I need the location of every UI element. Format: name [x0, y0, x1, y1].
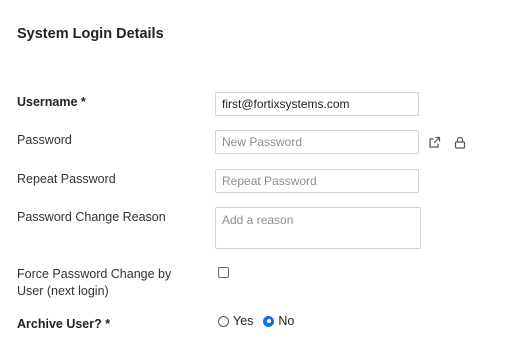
archive-yes-option[interactable]: Yes: [218, 314, 253, 328]
repeat-password-field[interactable]: [215, 169, 419, 193]
archive-yes-label: Yes: [233, 314, 254, 328]
archive-user-label: Archive User? *: [17, 317, 111, 331]
external-link-icon[interactable]: [427, 135, 441, 149]
archive-yes-radio[interactable]: [218, 315, 229, 327]
username-label: Username *: [17, 95, 86, 109]
force-change-checkbox[interactable]: [218, 267, 229, 278]
force-change-label-line2: User (next login): [17, 284, 109, 298]
force-change-label: Force Password Change by User (next logi…: [17, 266, 171, 300]
change-reason-label: Password Change Reason: [17, 210, 166, 224]
change-reason-field[interactable]: [215, 207, 421, 249]
password-field[interactable]: [215, 130, 419, 154]
archive-no-radio[interactable]: [263, 315, 275, 327]
archive-user-radio-group: Yes No: [218, 314, 304, 328]
force-change-label-line1: Force Password Change by: [17, 267, 172, 281]
archive-no-option[interactable]: No: [263, 314, 294, 328]
password-label: Password: [17, 133, 72, 147]
section-title: System Login Details: [17, 26, 164, 42]
lock-icon[interactable]: [453, 135, 467, 149]
username-field[interactable]: [215, 92, 419, 116]
archive-no-label: No: [278, 314, 295, 328]
repeat-password-label: Repeat Password: [17, 172, 116, 186]
